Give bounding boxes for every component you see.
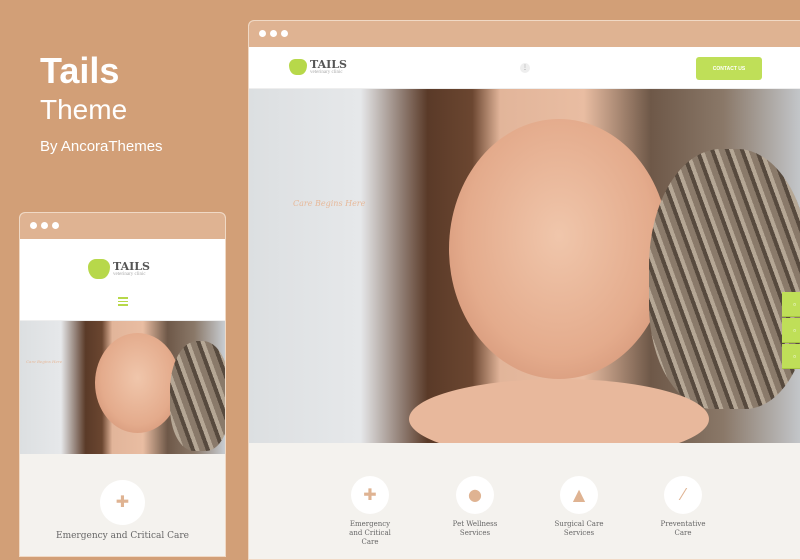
hero-tagline: Care Begins Here (293, 199, 366, 208)
service-item[interactable]: ⁄ Preventative Care (653, 476, 713, 538)
window-bar (249, 21, 800, 47)
menu-dots-icon[interactable]: ⋮ (520, 63, 530, 73)
contact-us-button[interactable]: CONTACT US (696, 57, 762, 80)
service-label: Preventative Care (660, 520, 706, 538)
services-section: ✚ Emergency and Critical Care ● Pet Wellne… (249, 443, 800, 559)
cat-icon: ▲ (560, 476, 598, 514)
heart-logo-icon (289, 59, 307, 75)
service-item[interactable]: ● Pet Wellness Services (445, 476, 505, 538)
hero-image: Care Begins Here ▫ ▫ ▫ (249, 89, 800, 443)
mobile-preview-window: TAILS veterinary clinic Care Begins Here … (19, 212, 226, 557)
service-label: Surgical Care Services (554, 520, 604, 538)
service-item[interactable]: ✚ Emergency and Critical Care (345, 476, 395, 547)
promo-subtitle: Theme (40, 94, 128, 125)
promo-byline: By AncoraThemes (40, 138, 163, 155)
service-item[interactable]: ✚ Emergency and Critical Care (50, 480, 195, 543)
service-label: Emergency and Critical Care (349, 520, 391, 547)
service-label: Emergency and Critical Care (56, 531, 189, 541)
service-item[interactable]: ▲ Surgical Care Services (549, 476, 609, 538)
service-label: Pet Wellness Services (452, 520, 498, 538)
desktop-preview-window: TAILS veterinary clinic ⋮ CONTACT US Care… (248, 20, 800, 560)
hamburger-menu-icon[interactable] (118, 297, 128, 308)
logo-tagline: veterinary clinic (113, 272, 146, 277)
services-section: ✚ Emergency and Critical Care (20, 454, 225, 556)
syringe-icon: ⁄ (664, 476, 702, 514)
mobile-header: TAILS veterinary clinic (20, 239, 225, 321)
logo-tagline: veterinary clinic (310, 70, 343, 75)
side-button-1[interactable]: ▫ (782, 292, 800, 317)
logo-name: TAILS (113, 260, 150, 273)
site-header: TAILS veterinary clinic ⋮ CONTACT US (249, 47, 800, 89)
heart-logo-icon (88, 259, 110, 279)
paw-icon: ● (456, 476, 494, 514)
first-aid-kit-icon: ✚ (100, 480, 145, 525)
hero-image: Care Begins Here (20, 321, 225, 454)
side-button-2[interactable]: ▫ (782, 318, 800, 343)
promo-title: Tails (40, 50, 120, 91)
side-button-3[interactable]: ▫ (782, 344, 800, 369)
logo-name: TAILS (310, 58, 347, 71)
site-logo[interactable]: TAILS veterinary clinic (88, 259, 150, 279)
hero-tagline: Care Begins Here (26, 359, 63, 364)
site-logo[interactable]: TAILS veterinary clinic (289, 59, 347, 75)
window-bar (20, 213, 225, 239)
first-aid-kit-icon: ✚ (351, 476, 389, 514)
